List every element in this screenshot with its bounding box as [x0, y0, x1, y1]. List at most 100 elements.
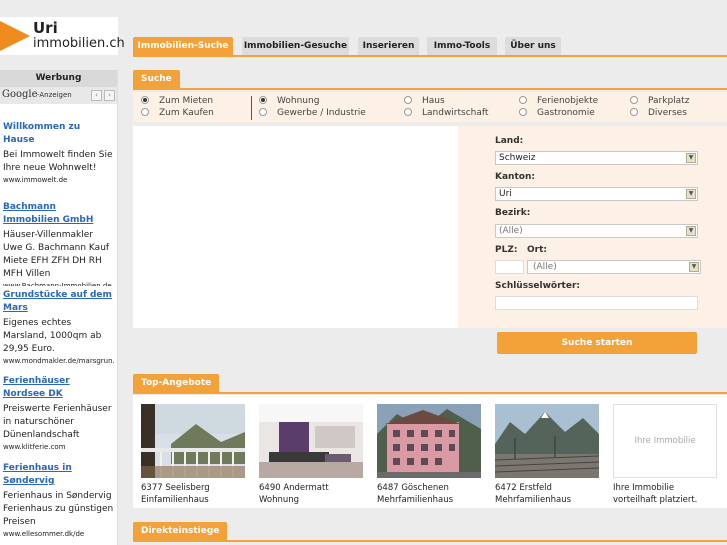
chevron-down-icon[interactable]: ▼ — [686, 189, 696, 199]
ad-text: Häuser-Villenmakler Uwe G. Bachmann Kauf… — [3, 230, 110, 279]
map-area — [133, 126, 458, 328]
ad-url[interactable]: www.mondmakler.de/marsgrun… — [3, 356, 114, 366]
ad-url[interactable]: www.klitferie.com — [3, 442, 114, 452]
offer-location[interactable]: Ihre Immobilie — [605, 482, 719, 494]
ad-title[interactable]: Bachmann Immobilien GmbH — [3, 201, 114, 227]
direct-heading-line — [133, 540, 727, 542]
radio-dot-icon[interactable] — [141, 96, 149, 104]
radio-zum-kaufen[interactable]: Zum Kaufen — [141, 108, 214, 118]
radio-dot-icon[interactable] — [141, 108, 149, 116]
ort-select[interactable]: (Alle) ▼ — [527, 260, 701, 274]
radio-dot-icon[interactable] — [519, 108, 527, 116]
offer-type: Mehrfamilienhaus — [495, 495, 572, 505]
offer-photo[interactable] — [141, 404, 245, 478]
ad-title[interactable]: Ferienhäuser Nordsee DK — [3, 375, 114, 401]
offer-card-placeholder[interactable]: Ihre Immobilie Ihre Immobilie vorteilhaf… — [605, 395, 719, 506]
offer-location[interactable]: 6472 Erstfeld — [487, 482, 601, 494]
radio-zum-mieten[interactable]: Zum Mieten — [141, 96, 213, 106]
direct-heading: Direkteinstiege — [133, 522, 228, 540]
ort-value: (Alle) — [533, 262, 557, 272]
ad-url[interactable]: www.ellesommer.dk/de — [3, 529, 114, 539]
logo-text-line1: Uri — [33, 19, 58, 37]
radio-label: Landwirtschaft — [422, 108, 489, 118]
offer-card[interactable]: 6490 Andermatt Wohnung — [251, 395, 365, 506]
radio-label: Gastronomie — [537, 108, 595, 118]
logo-mark-icon — [0, 21, 30, 51]
options-divider — [251, 96, 252, 120]
radio-ferienobjekte[interactable]: Ferienobjekte — [519, 96, 598, 106]
offer-photo[interactable] — [377, 404, 481, 478]
bezirk-label: Bezirk: — [495, 208, 531, 218]
google-ads-bar: Google -Anzeigen ‹ › — [0, 87, 117, 104]
land-label: Land: — [495, 136, 524, 146]
railway-valley-photo — [495, 404, 599, 478]
radio-gastronomie[interactable]: Gastronomie — [519, 108, 595, 118]
offer-type: Mehrfamilienhaus — [377, 495, 454, 505]
ad-title[interactable]: Grundstücke auf dem Mars — [3, 289, 114, 315]
radio-dot-icon[interactable] — [404, 108, 412, 116]
ad-title[interactable]: Willkommen zu Hause — [3, 121, 114, 147]
keywords-input[interactable] — [495, 296, 698, 310]
radio-dot-icon[interactable] — [630, 96, 638, 104]
ad-text: Bei Immowelt finden Sie Ihre neue Wohnwe… — [3, 150, 113, 173]
offer-location[interactable]: 6377 Seelisberg — [133, 482, 247, 494]
ad-title[interactable]: Ferienhaus in Søndervig — [3, 462, 114, 488]
placeholder-image[interactable]: Ihre Immobilie — [613, 404, 717, 478]
ad-url[interactable]: www.Bachmann-Immobilien.de — [3, 281, 114, 286]
kanton-select[interactable]: Uri ▼ — [495, 187, 698, 201]
ads-prev-icon[interactable]: ‹ — [91, 90, 102, 101]
radio-landwirtschaft[interactable]: Landwirtschaft — [404, 108, 488, 118]
tab-ueber-uns[interactable]: Über uns — [505, 37, 561, 55]
radio-dot-icon[interactable] — [404, 96, 412, 104]
offer-photo[interactable] — [259, 404, 363, 478]
radio-gewerbe-industrie[interactable]: Gewerbe / Industrie — [259, 108, 366, 118]
ad-item: Ferienhaus in Søndervig Ferienhaus in Sø… — [0, 462, 117, 539]
offer-card[interactable]: 6377 Seelisberg Einfamilienhaus — [133, 395, 247, 506]
ad-text: Eigenes echtes Marsland, 1000qm ab 29,95… — [3, 318, 102, 354]
google-logo[interactable]: Google — [2, 89, 38, 100]
radio-parkplatz[interactable]: Parkplatz — [630, 96, 689, 106]
offer-location[interactable]: 6490 Andermatt — [251, 482, 365, 494]
tab-immo-tools[interactable]: Immo-Tools — [427, 37, 497, 55]
offer-type: Einfamilienhaus — [141, 495, 209, 505]
ad-item: Bachmann Immobilien GmbH Häuser-Villenma… — [0, 201, 117, 286]
land-select[interactable]: Schweiz ▼ — [495, 151, 698, 165]
radio-diverses[interactable]: Diverses — [630, 108, 687, 118]
keywords-label: Schlüsselwörter: — [495, 281, 580, 291]
pink-building-photo — [377, 404, 481, 478]
offer-card[interactable]: 6472 Erstfeld Mehrfamilienhaus — [487, 395, 601, 506]
ads-next-icon[interactable]: › — [104, 90, 115, 101]
kanton-value: Uri — [499, 189, 512, 199]
offer-photo[interactable] — [495, 404, 599, 478]
ad-item: Ferienhäuser Nordsee DK Preiswerte Ferie… — [0, 375, 117, 452]
radio-dot-icon[interactable] — [259, 108, 267, 116]
radio-haus[interactable]: Haus — [404, 96, 445, 106]
radio-label: Zum Kaufen — [159, 108, 214, 118]
chevron-down-icon[interactable]: ▼ — [686, 153, 696, 163]
search-submit-button[interactable]: Suche starten — [497, 332, 697, 354]
site-logo[interactable]: Uri immobilien.ch — [0, 17, 125, 55]
radio-dot-icon[interactable] — [259, 96, 267, 104]
radio-dot-icon[interactable] — [519, 96, 527, 104]
chevron-down-icon[interactable]: ▼ — [689, 262, 699, 272]
google-ads-label[interactable]: -Anzeigen — [37, 91, 72, 99]
chevron-down-icon[interactable]: ▼ — [686, 226, 696, 236]
ad-text: Preiswerte Ferienhäuser in naturschöner … — [3, 404, 112, 440]
radio-label: Parkplatz — [648, 96, 690, 106]
logo-text-line2: immobilien.ch — [33, 36, 125, 51]
radio-dot-icon[interactable] — [630, 108, 638, 116]
tab-inserieren[interactable]: Inserieren — [358, 37, 419, 55]
search-heading-line — [133, 88, 727, 90]
bezirk-select[interactable]: (Alle) ▼ — [495, 224, 698, 238]
radio-wohnung[interactable]: Wohnung — [259, 96, 319, 106]
offer-type: vorteilhaft platziert. — [613, 495, 698, 505]
interior-living-room-photo — [259, 404, 363, 478]
tab-immobilien-gesuche[interactable]: Immobilien-Gesuche — [242, 37, 349, 55]
radio-label: Zum Mieten — [159, 96, 214, 106]
offer-location[interactable]: 6487 Göschenen — [369, 482, 483, 494]
radio-label: Wohnung — [277, 96, 320, 106]
tab-immobilien-suche[interactable]: Immobilien-Suche — [133, 37, 233, 55]
offer-card[interactable]: 6487 Göschenen Mehrfamilienhaus — [369, 395, 483, 506]
ad-url[interactable]: www.immowelt.de — [3, 175, 114, 185]
plz-input[interactable] — [495, 260, 524, 274]
